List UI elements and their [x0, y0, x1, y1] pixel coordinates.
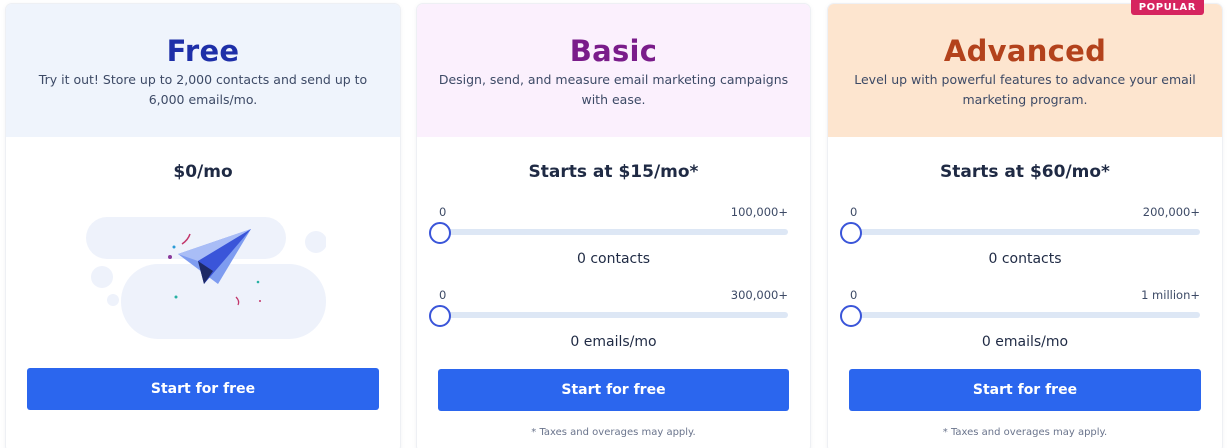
- slider-track[interactable]: [439, 229, 788, 235]
- slider-max-label: 200,000+: [1142, 205, 1200, 219]
- paper-plane-icon: [86, 217, 326, 339]
- slider-track[interactable]: [850, 229, 1200, 235]
- start-for-free-button[interactable]: Start for free: [438, 369, 789, 411]
- plan-card-free: Free Try it out! Store up to 2,000 conta…: [6, 4, 400, 448]
- plan-description: Level up with powerful features to advan…: [854, 72, 1196, 107]
- slider-min-label: 0: [850, 288, 858, 302]
- start-for-free-button[interactable]: Start for free: [849, 369, 1201, 411]
- plan-header-basic: Basic Design, send, and measure email ma…: [417, 4, 810, 137]
- taxes-footnote: * Taxes and overages may apply.: [531, 427, 696, 438]
- slider-thumb[interactable]: [840, 222, 862, 244]
- slider-thumb[interactable]: [429, 222, 451, 244]
- slider-min-label: 0: [850, 205, 858, 219]
- plan-header-advanced: Advanced Level up with powerful features…: [828, 4, 1222, 137]
- popular-badge: POPULAR: [1130, 0, 1204, 15]
- slider-track[interactable]: [850, 312, 1200, 318]
- plan-card-advanced: POPULAR Advanced Level up with powerful …: [828, 0, 1222, 448]
- slider-max-label: 100,000+: [730, 205, 788, 219]
- plan-price: Starts at $60/mo*: [940, 162, 1110, 182]
- plan-price: $0/mo: [173, 162, 233, 182]
- plan-card-basic: Basic Design, send, and measure email ma…: [417, 4, 810, 448]
- slider-thumb[interactable]: [429, 305, 451, 327]
- slider-min-label: 0: [439, 288, 447, 302]
- plan-title: Advanced: [943, 34, 1107, 68]
- plan-title: Free: [166, 34, 240, 68]
- emails-value: 0 emails/mo: [981, 334, 1069, 350]
- contacts-value: 0 contacts: [988, 251, 1062, 267]
- plan-header-free: Free Try it out! Store up to 2,000 conta…: [6, 4, 400, 137]
- slider-max-label: 300,000+: [730, 288, 788, 302]
- emails-value: 0 emails/mo: [570, 334, 657, 350]
- pricing-page: Free Try it out! Store up to 2,000 conta…: [0, 0, 1232, 448]
- plan-description: Try it out! Store up to 2,000 contacts a…: [38, 72, 368, 107]
- slider-track[interactable]: [439, 312, 788, 318]
- start-for-free-button[interactable]: Start for free: [27, 368, 379, 410]
- slider-min-label: 0: [439, 205, 447, 219]
- plan-description: Design, send, and measure email marketin…: [438, 72, 789, 107]
- contacts-value: 0 contacts: [576, 251, 651, 267]
- plan-price: Starts at $15/mo*: [528, 162, 699, 182]
- slider-max-label: 1 million+: [1141, 288, 1200, 302]
- slider-thumb[interactable]: [840, 305, 862, 327]
- plan-title: Basic: [569, 34, 658, 68]
- taxes-footnote: * Taxes and overages may apply.: [942, 427, 1108, 438]
